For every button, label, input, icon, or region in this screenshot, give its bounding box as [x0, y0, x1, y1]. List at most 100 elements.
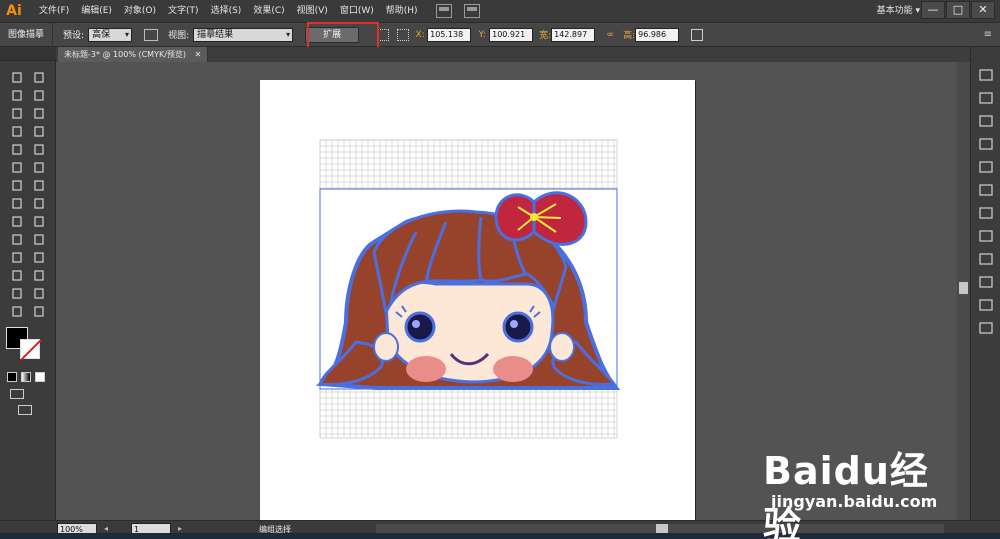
- width-input[interactable]: 142.897: [551, 27, 596, 42]
- scale-tool-icon[interactable]: [32, 179, 46, 192]
- mesh-tool-icon[interactable]: [10, 233, 24, 246]
- direct-selection-tool-icon[interactable]: [32, 71, 46, 84]
- app-logo: Ai: [6, 3, 22, 19]
- menu-select[interactable]: 选择(S): [205, 0, 248, 23]
- free-transform-tool-icon[interactable]: [32, 197, 46, 210]
- eye-left: [404, 311, 436, 343]
- menu-window[interactable]: 窗口(W): [334, 0, 380, 23]
- menu-help[interactable]: 帮助(H): [380, 0, 424, 23]
- bow-left: [494, 193, 536, 242]
- panel-dock: [970, 47, 1000, 520]
- link-icon[interactable]: ∞: [605, 30, 615, 40]
- tab-close-icon[interactable]: ✕: [195, 50, 202, 59]
- line-tool-icon[interactable]: [10, 125, 24, 138]
- artboard-tool-icon[interactable]: [10, 287, 24, 300]
- arrange-documents-icon[interactable]: [463, 4, 480, 18]
- eye-right: [502, 311, 534, 343]
- watermark-logo: Baidu经验: [763, 449, 929, 539]
- cheek-left: [406, 356, 446, 382]
- view-select[interactable]: 描摹结果: [193, 27, 294, 42]
- x-input[interactable]: 105.138: [427, 27, 472, 42]
- paintbrush-tool-icon[interactable]: [10, 143, 24, 156]
- artboards-icon[interactable]: [979, 322, 993, 334]
- preset-label: 预设:: [63, 31, 85, 41]
- close-button[interactable]: ✕: [971, 1, 995, 19]
- x-label: X:: [415, 29, 425, 40]
- layers-icon[interactable]: [979, 299, 993, 311]
- tools-panel: [0, 47, 56, 520]
- screen-mode-icon[interactable]: [18, 405, 32, 415]
- slice-tool-icon[interactable]: [32, 287, 46, 300]
- transparency-icon[interactable]: [979, 230, 993, 242]
- type-tool-icon[interactable]: [32, 107, 46, 120]
- next-page-icon[interactable]: ▸: [178, 524, 182, 533]
- minimize-button[interactable]: —: [921, 1, 945, 19]
- gradient-panel-icon[interactable]: [979, 207, 993, 219]
- stroke-panel-icon[interactable]: [979, 184, 993, 196]
- color-mode-icon[interactable]: [7, 372, 17, 382]
- menu-edit[interactable]: 编辑(E): [75, 0, 118, 23]
- transform-icon[interactable]: [691, 28, 704, 41]
- rotate-tool-icon[interactable]: [10, 179, 24, 192]
- panel-menu-icon[interactable]: ≡: [984, 29, 992, 40]
- gradient-mode-icon[interactable]: [21, 372, 31, 382]
- pen-tool-icon[interactable]: [10, 107, 24, 120]
- preset-select[interactable]: 高保: [88, 27, 133, 42]
- lasso-tool-icon[interactable]: [32, 89, 46, 102]
- draw-mode-icon[interactable]: [10, 389, 24, 399]
- eraser-tool-icon[interactable]: [32, 161, 46, 174]
- symbol-sprayer-tool-icon[interactable]: [10, 269, 24, 282]
- transform-grid-icon[interactable]: [397, 28, 410, 41]
- height-input[interactable]: 96.986: [635, 27, 680, 42]
- width-label: 宽:: [539, 31, 552, 41]
- ellipse-tool-icon[interactable]: [32, 125, 46, 138]
- ear-right: [549, 332, 575, 362]
- menu-view[interactable]: 视图(V): [291, 0, 334, 23]
- warp-tool-icon[interactable]: [10, 197, 24, 210]
- cheek-right: [493, 356, 533, 382]
- menu-object[interactable]: 对象(O): [118, 0, 162, 23]
- eye-left-highlight: [412, 320, 420, 328]
- shape-builder-tool-icon[interactable]: [10, 215, 24, 228]
- workspace-switcher[interactable]: 基本功能: [877, 0, 920, 23]
- appearance-icon[interactable]: [979, 253, 993, 265]
- first-page-icon[interactable]: ◂: [104, 524, 108, 533]
- menu-effect[interactable]: 效果(C): [247, 0, 290, 23]
- watermark-url: jingyan.baidu.com: [771, 492, 938, 511]
- color-panel-icon[interactable]: [979, 69, 993, 81]
- trace-options-icon[interactable]: [144, 28, 159, 41]
- magic-wand-tool-icon[interactable]: [10, 89, 24, 102]
- zoom-tool-icon[interactable]: [32, 305, 46, 318]
- hand-tool-icon[interactable]: [10, 305, 24, 318]
- document-tab-label: 未标题-3* @ 100% (CMYK/预览): [64, 50, 187, 59]
- bridge-icon[interactable]: [435, 4, 452, 18]
- eye-right-highlight: [510, 320, 518, 328]
- y-label: Y:: [478, 29, 486, 40]
- menu-type[interactable]: 文字(T): [162, 0, 205, 23]
- baidu-watermark: Baidu经验 jingyan.baidu.com: [755, 432, 955, 539]
- y-input[interactable]: 100.921: [489, 27, 534, 42]
- vertical-scroll-thumb[interactable]: [959, 282, 968, 294]
- eyedropper-tool-icon[interactable]: [10, 251, 24, 264]
- menu-file[interactable]: 文件(F): [33, 0, 75, 23]
- document-tab[interactable]: 未标题-3* @ 100% (CMYK/预览) ✕: [58, 47, 209, 62]
- selection-tool-icon[interactable]: [10, 71, 24, 84]
- symbols-icon[interactable]: [979, 161, 993, 173]
- color-guide-icon[interactable]: [979, 92, 993, 104]
- blob-brush-tool-icon[interactable]: [10, 161, 24, 174]
- ear-left: [373, 332, 399, 362]
- perspective-grid-tool-icon[interactable]: [32, 215, 46, 228]
- graphic-styles-icon[interactable]: [979, 276, 993, 288]
- none-mode-icon[interactable]: [35, 372, 45, 382]
- blend-tool-icon[interactable]: [32, 251, 46, 264]
- stroke-color-swatch[interactable]: [20, 339, 42, 361]
- brushes-icon[interactable]: [979, 138, 993, 150]
- maximize-button[interactable]: □: [946, 1, 970, 19]
- vertical-scrollbar[interactable]: [957, 62, 970, 520]
- gradient-tool-icon[interactable]: [32, 233, 46, 246]
- column-graph-tool-icon[interactable]: [32, 269, 46, 282]
- expand-highlight-box: [307, 22, 379, 49]
- menu-bar: Ai 文件(F) 编辑(E) 对象(O) 文字(T) 选择(S) 效果(C) 视…: [0, 0, 1000, 23]
- swatches-icon[interactable]: [979, 115, 993, 127]
- pencil-tool-icon[interactable]: [32, 143, 46, 156]
